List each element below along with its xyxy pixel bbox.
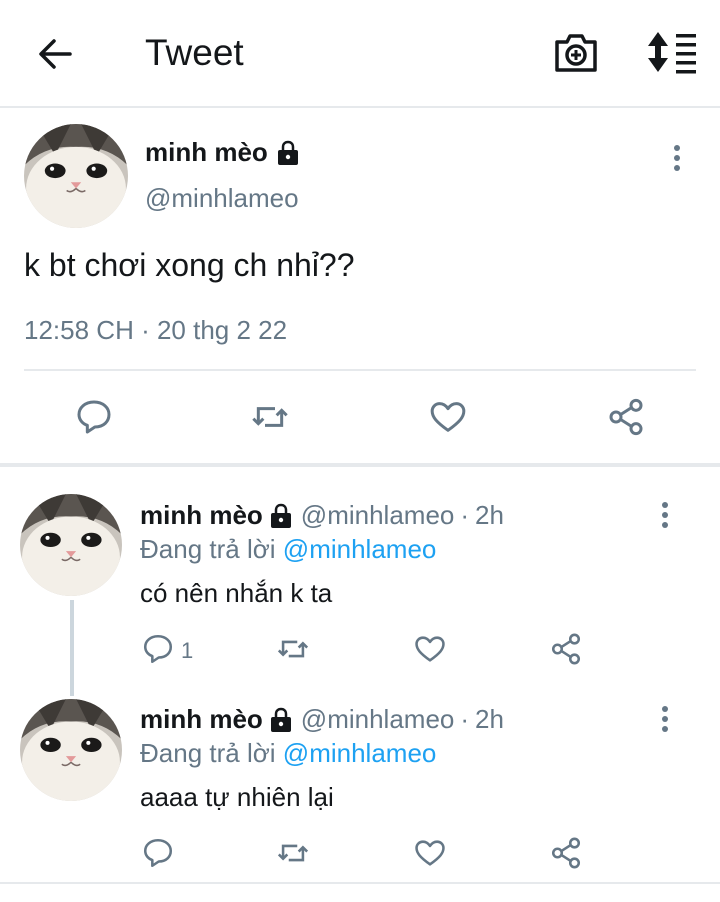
- divider: [24, 369, 696, 371]
- camera-icon[interactable]: [553, 30, 599, 74]
- tweet-timestamp: 12:58 CH · 20 thg 2 22: [24, 315, 288, 345]
- thread-connector: [70, 600, 74, 696]
- replying-prefix: Đang trả lời: [140, 534, 276, 564]
- section-divider: [0, 463, 720, 467]
- more-options-icon[interactable]: [660, 500, 670, 530]
- replying-prefix: Đang trả lời: [140, 738, 276, 768]
- arrow-left-icon[interactable]: [36, 34, 76, 74]
- reply-icon[interactable]: [74, 397, 114, 437]
- top-app-bar: Tweet: [0, 0, 720, 108]
- reply-time: 2h: [475, 704, 504, 734]
- mention-link[interactable]: @minhlameo: [283, 738, 437, 768]
- more-options-icon[interactable]: [660, 704, 670, 734]
- retweet-icon[interactable]: [276, 632, 310, 666]
- like-icon[interactable]: [428, 397, 468, 437]
- reply-header: minh mèo @minhlameo · 2h: [140, 704, 504, 735]
- sort-icon[interactable]: [646, 30, 698, 74]
- reply-header: minh mèo @minhlameo · 2h: [140, 500, 504, 531]
- lock-icon: [269, 503, 293, 529]
- reply-text: có nên nhắn k ta: [140, 578, 333, 608]
- display-name-text: minh mèo: [145, 137, 268, 167]
- like-icon[interactable]: [413, 632, 447, 666]
- page-title: Tweet: [145, 32, 244, 73]
- avatar[interactable]: [20, 699, 122, 801]
- tweet-text: k bt chơi xong ch nhỉ??: [24, 247, 355, 283]
- like-icon[interactable]: [413, 836, 447, 870]
- display-name[interactable]: minh mèo: [140, 704, 263, 735]
- reply-time: 2h: [475, 500, 504, 530]
- divider: [0, 882, 720, 884]
- lock-icon: [269, 707, 293, 733]
- reply-count: 1: [181, 638, 194, 663]
- mention-link[interactable]: @minhlameo: [283, 534, 437, 564]
- separator: ·: [460, 704, 470, 734]
- reply-text: aaaa tự nhiên lại: [140, 782, 334, 812]
- retweet-icon[interactable]: [250, 397, 290, 437]
- avatar[interactable]: [20, 494, 122, 596]
- reply-icon[interactable]: [141, 836, 175, 870]
- more-options-icon[interactable]: [672, 143, 682, 173]
- user-handle[interactable]: @minhlameo: [301, 500, 455, 531]
- replying-to: Đang trả lời @minhlameo: [140, 738, 436, 769]
- separator: ·: [460, 500, 470, 530]
- share-icon[interactable]: [606, 397, 646, 437]
- share-icon[interactable]: [549, 836, 583, 870]
- reply-icon[interactable]: [141, 632, 175, 666]
- share-icon[interactable]: [549, 632, 583, 666]
- display-name[interactable]: minh mèo: [145, 137, 300, 168]
- avatar[interactable]: [24, 124, 128, 228]
- lock-icon: [276, 140, 300, 166]
- display-name[interactable]: minh mèo: [140, 500, 263, 531]
- retweet-icon[interactable]: [276, 836, 310, 870]
- user-handle[interactable]: @minhlameo: [301, 704, 455, 735]
- replying-to: Đang trả lời @minhlameo: [140, 534, 436, 565]
- user-handle[interactable]: @minhlameo: [145, 183, 299, 214]
